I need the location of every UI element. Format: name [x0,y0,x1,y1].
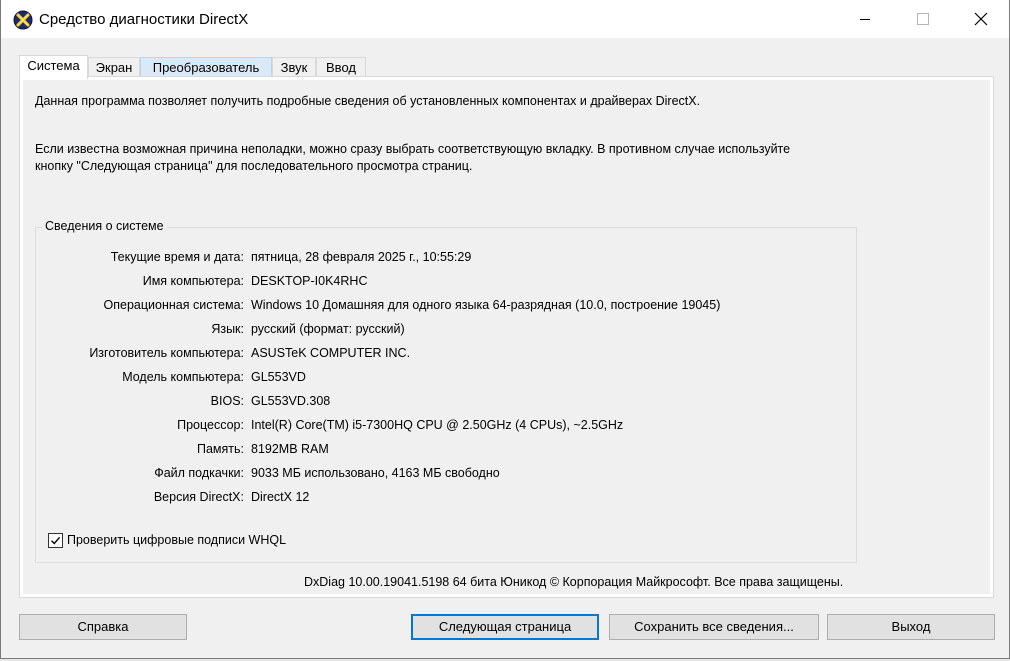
save-all-info-button[interactable]: Сохранить все сведения... [609,614,819,640]
info-value: GL553VD.308 [251,394,331,408]
tab-panel: Данная программа позволяет получить подр… [19,76,994,598]
tab-system[interactable]: Система [19,55,88,79]
info-value: русский (формат: русский) [251,322,405,336]
tab-render[interactable]: Преобразователь [140,57,272,77]
info-row-datetime: Текущие время и дата: пятница, 28 феврал… [36,250,856,268]
info-label: BIOS: [210,394,244,408]
info-row-model: Модель компьютера: GL553VD [36,370,856,388]
tab-sound[interactable]: Звук [272,57,316,77]
copyright-text: DxDiag 10.00.19041.5198 64 бита Юникод ©… [304,575,844,589]
info-value: Windows 10 Домашняя для одного языка 64-… [251,298,721,312]
maximize-button[interactable] [894,0,952,38]
whql-checkbox[interactable] [48,533,63,548]
tab-panel-content: Данная программа позволяет получить подр… [23,80,990,594]
info-row-pagefile: Файл подкачки: 9033 МБ использовано, 416… [36,466,856,484]
info-label: Текущие время и дата: [110,250,244,264]
close-button[interactable] [952,0,1009,38]
next-page-button[interactable]: Следующая страница [411,614,599,640]
info-label: Процессор: [177,418,244,432]
info-value: пятница, 28 февраля 2025 г., 10:55:29 [251,250,472,264]
title-bar[interactable]: Средство диагностики DirectX [1,0,1009,38]
info-row-computer-name: Имя компьютера: DESKTOP-I0K4RHC [36,274,856,292]
info-value: ASUSTeK COMPUTER INC. [251,346,411,360]
info-label: Память: [196,442,244,456]
info-value: 9033 МБ использовано, 4163 МБ свободно [251,466,500,480]
group-title: Сведения о системе [42,219,167,233]
info-label: Файл подкачки: [154,466,244,480]
info-row-directx-version: Версия DirectX: DirectX 12 [36,490,856,508]
intro-text-1: Данная программа позволяет получить подр… [35,94,701,108]
intro-text-3: кнопку "Следующая страница" для последов… [35,159,473,173]
info-value: DirectX 12 [251,490,310,504]
info-value: 8192MB RAM [251,442,329,456]
info-row-manufacturer: Изготовитель компьютера: ASUSTeK COMPUTE… [36,346,856,364]
info-row-bios: BIOS: GL553VD.308 [36,394,856,412]
info-row-memory: Память: 8192MB RAM [36,442,856,460]
tab-input[interactable]: Ввод [316,57,366,77]
info-label: Имя компьютера: [142,274,244,288]
directx-icon [13,10,33,30]
close-icon [974,12,988,26]
info-label: Изготовитель компьютера: [89,346,244,360]
window-title: Средство диагностики DirectX [39,11,249,28]
system-info-group: Сведения о системе Текущие время и дата:… [35,219,857,563]
info-value: GL553VD [251,370,306,384]
minimize-icon [859,13,871,25]
maximize-icon [917,13,929,25]
info-row-language: Язык: русский (формат: русский) [36,322,856,340]
intro-text-2: Если известна возможная причина неполадк… [35,142,791,156]
help-button[interactable]: Справка [19,614,187,640]
info-value: DESKTOP-I0K4RHC [251,274,368,288]
tab-display[interactable]: Экран [88,57,140,77]
info-label: Модель компьютера: [122,370,244,384]
whql-checkbox-label[interactable]: Проверить цифровые подписи WHQL [67,533,286,547]
info-label: Версия DirectX: [153,490,244,504]
info-label: Язык: [211,322,244,336]
checkmark-icon [51,536,61,545]
minimize-button[interactable] [836,0,894,38]
dxdiag-window: Средство диагностики DirectX Система Экр… [0,0,1010,659]
info-label: Операционная система: [103,298,244,312]
info-row-os: Операционная система: Windows 10 Домашня… [36,298,856,316]
exit-button[interactable]: Выход [827,614,995,640]
info-row-processor: Процессор: Intel(R) Core(TM) i5-7300HQ C… [36,418,856,436]
info-value: Intel(R) Core(TM) i5-7300HQ CPU @ 2.50GH… [251,418,624,432]
